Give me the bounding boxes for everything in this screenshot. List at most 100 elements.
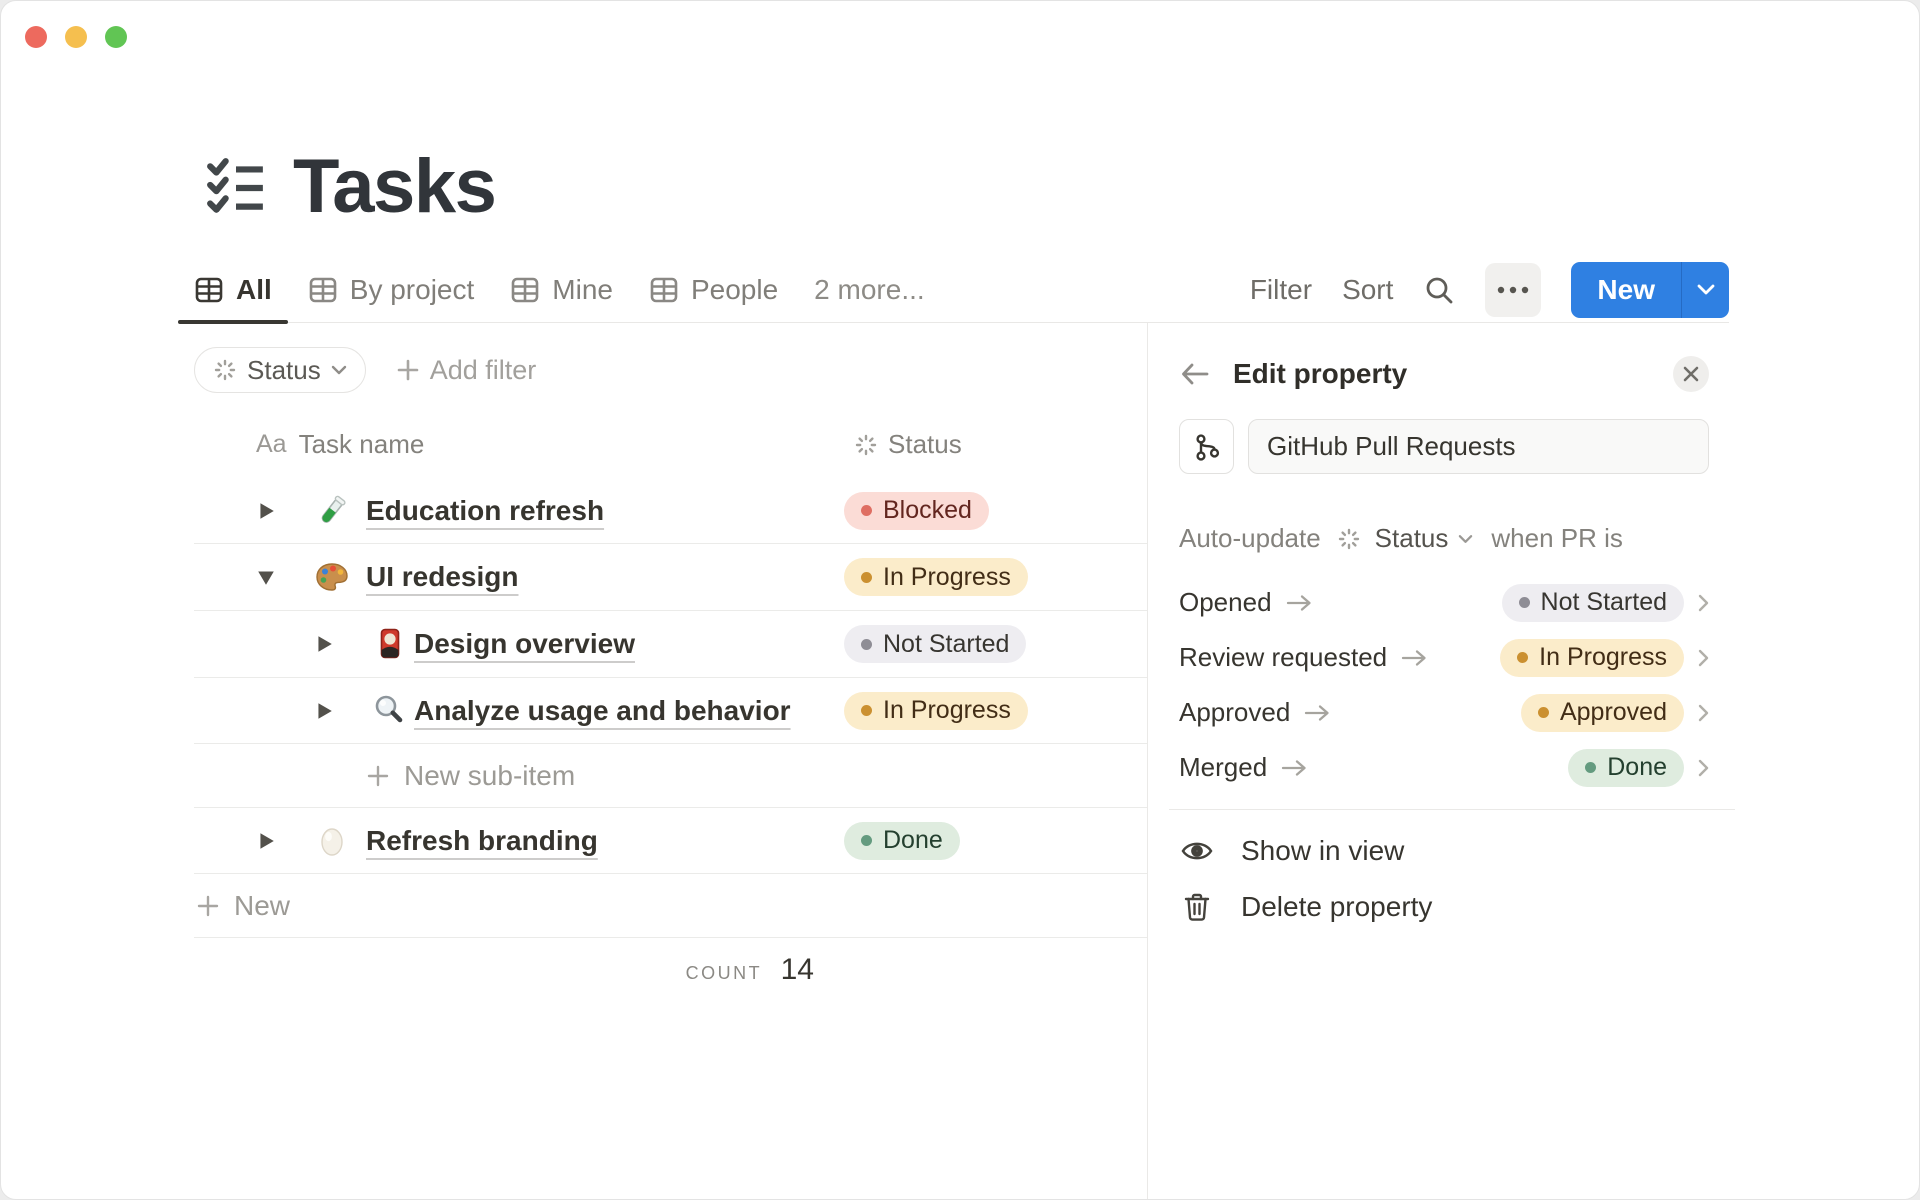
task-title-link[interactable]: Design overview [414, 628, 635, 660]
chevron-down-icon [331, 365, 346, 375]
git-pull-request-icon-button[interactable] [1179, 419, 1234, 474]
task-list-icon [205, 156, 267, 218]
filter-button[interactable]: Filter [1250, 274, 1312, 306]
pr-event-label: Merged [1179, 752, 1268, 782]
chevron-right-icon [1698, 594, 1709, 611]
expand-toggle-icon[interactable] [314, 701, 334, 721]
expand-toggle-icon[interactable] [256, 501, 276, 521]
show-in-view-button[interactable]: Show in view [1179, 825, 1709, 877]
arrow-right-icon [1304, 704, 1330, 722]
action-label: Show in view [1241, 835, 1405, 866]
auto-update-property-dropdown[interactable]: Status [1375, 523, 1449, 554]
status-chip-label: Status [247, 354, 321, 385]
table-row[interactable]: UI redesign In Progress [194, 544, 1147, 611]
status-label: In Progress [1539, 643, 1667, 671]
action-label: Delete property [1241, 891, 1433, 922]
close-panel-button[interactable] [1673, 356, 1709, 392]
status-dot [1537, 707, 1549, 718]
status-label: Not Started [1540, 588, 1667, 616]
status-label: Approved [1559, 698, 1667, 726]
add-filter-label: Add filter [429, 354, 537, 385]
auto-update-rule: Auto-update Status when PR is [1179, 523, 1623, 554]
more-options-button[interactable] [1485, 262, 1542, 317]
mapping-row-opened[interactable]: Opened Not Started [1179, 575, 1709, 630]
new-split-button: New [1571, 261, 1729, 318]
table-row[interactable]: Education refresh Blocked [194, 478, 1147, 544]
window-controls [25, 26, 127, 48]
eye-icon [1179, 838, 1215, 864]
egg-emoji [314, 823, 350, 859]
status-burst-icon [1337, 527, 1361, 551]
close-window-button[interactable] [25, 26, 47, 48]
tab-people[interactable]: People [649, 257, 778, 322]
status-cell[interactable]: Blocked [844, 491, 989, 530]
app-window: Tasks All By project Mine People 2 more.… [0, 0, 1920, 1200]
status-dot [1517, 652, 1529, 663]
new-button[interactable]: New [1571, 262, 1681, 318]
new-row[interactable]: New [194, 874, 1147, 938]
collapse-toggle-icon[interactable] [256, 567, 276, 587]
delete-property-button[interactable]: Delete property [1179, 881, 1709, 933]
filter-bar: Status Add filter [194, 347, 536, 393]
tab-label: All [236, 273, 272, 305]
trash-icon [1179, 892, 1215, 922]
status-dot [861, 638, 872, 650]
status-label: In Progress [883, 696, 1011, 724]
table-footer[interactable]: COUNT 14 [194, 953, 814, 987]
test-tube-emoji [314, 493, 350, 529]
column-header-status[interactable]: Status [854, 411, 962, 478]
expand-toggle-icon[interactable] [314, 634, 334, 654]
minimize-window-button[interactable] [65, 26, 87, 48]
search-icon[interactable] [1423, 274, 1455, 306]
status-cell[interactable]: In Progress [844, 691, 1028, 730]
add-filter-button[interactable]: Add filter [396, 354, 537, 386]
column-label: Task name [298, 429, 425, 459]
chevron-right-icon [1698, 704, 1709, 721]
tab-by-project[interactable]: By project [308, 257, 474, 322]
sort-button[interactable]: Sort [1342, 274, 1393, 306]
column-header-task-name[interactable]: Aa Task name [256, 411, 424, 478]
magnifying-glass-emoji [372, 693, 408, 729]
mapping-row-review-requested[interactable]: Review requested In Progress [1179, 630, 1709, 685]
status-cell[interactable]: Not Started [844, 625, 1027, 663]
status-filter-chip[interactable]: Status [194, 347, 366, 393]
more-tabs-button[interactable]: 2 more... [814, 274, 924, 306]
status-dot [861, 505, 872, 516]
table-row[interactable]: Analyze usage and behavior In Progress [194, 678, 1147, 744]
task-title-link[interactable]: Analyze usage and behavior [414, 695, 791, 727]
tab-mine[interactable]: Mine [510, 257, 613, 322]
arrow-right-icon [1401, 649, 1427, 667]
status-mappings: Opened Not Started Review requested In P… [1179, 575, 1709, 795]
tab-label: Mine [552, 273, 613, 305]
new-dropdown-button[interactable] [1681, 261, 1729, 318]
property-name-input[interactable] [1248, 419, 1709, 474]
plus-icon [367, 765, 389, 786]
status-dot [1585, 762, 1597, 773]
status-cell[interactable]: Done [844, 821, 960, 860]
task-title-link[interactable]: Education refresh [366, 495, 604, 527]
status-label: Done [1607, 753, 1667, 781]
table-row[interactable]: Design overview Not Started [194, 611, 1147, 678]
new-row-label: New [234, 889, 291, 921]
table-row[interactable]: Refresh branding Done [194, 808, 1147, 874]
status-cell[interactable]: In Progress [844, 558, 1028, 596]
status-label: In Progress [883, 562, 1011, 591]
task-title-link[interactable]: UI redesign [366, 561, 518, 593]
tab-all[interactable]: All [178, 257, 288, 324]
task-title-link[interactable]: Refresh branding [366, 825, 598, 857]
status-dot [861, 571, 872, 583]
chevron-right-icon [1698, 759, 1709, 776]
zoom-window-button[interactable] [105, 26, 127, 48]
count-label: COUNT [685, 963, 763, 983]
back-arrow-icon[interactable] [1179, 359, 1211, 389]
status-label: Blocked [883, 496, 972, 524]
expand-toggle-icon[interactable] [256, 831, 276, 851]
mapping-row-approved[interactable]: Approved Approved [1179, 685, 1709, 740]
status-dot [861, 835, 872, 846]
tab-label: People [690, 273, 779, 305]
auto-update-suffix: when PR is [1491, 523, 1623, 553]
panel-divider [1169, 809, 1735, 810]
view-toolbar: Filter Sort New [1250, 261, 1729, 318]
new-sub-item-row[interactable]: New sub-item [194, 744, 1147, 808]
mapping-row-merged[interactable]: Merged Done [1179, 740, 1709, 795]
